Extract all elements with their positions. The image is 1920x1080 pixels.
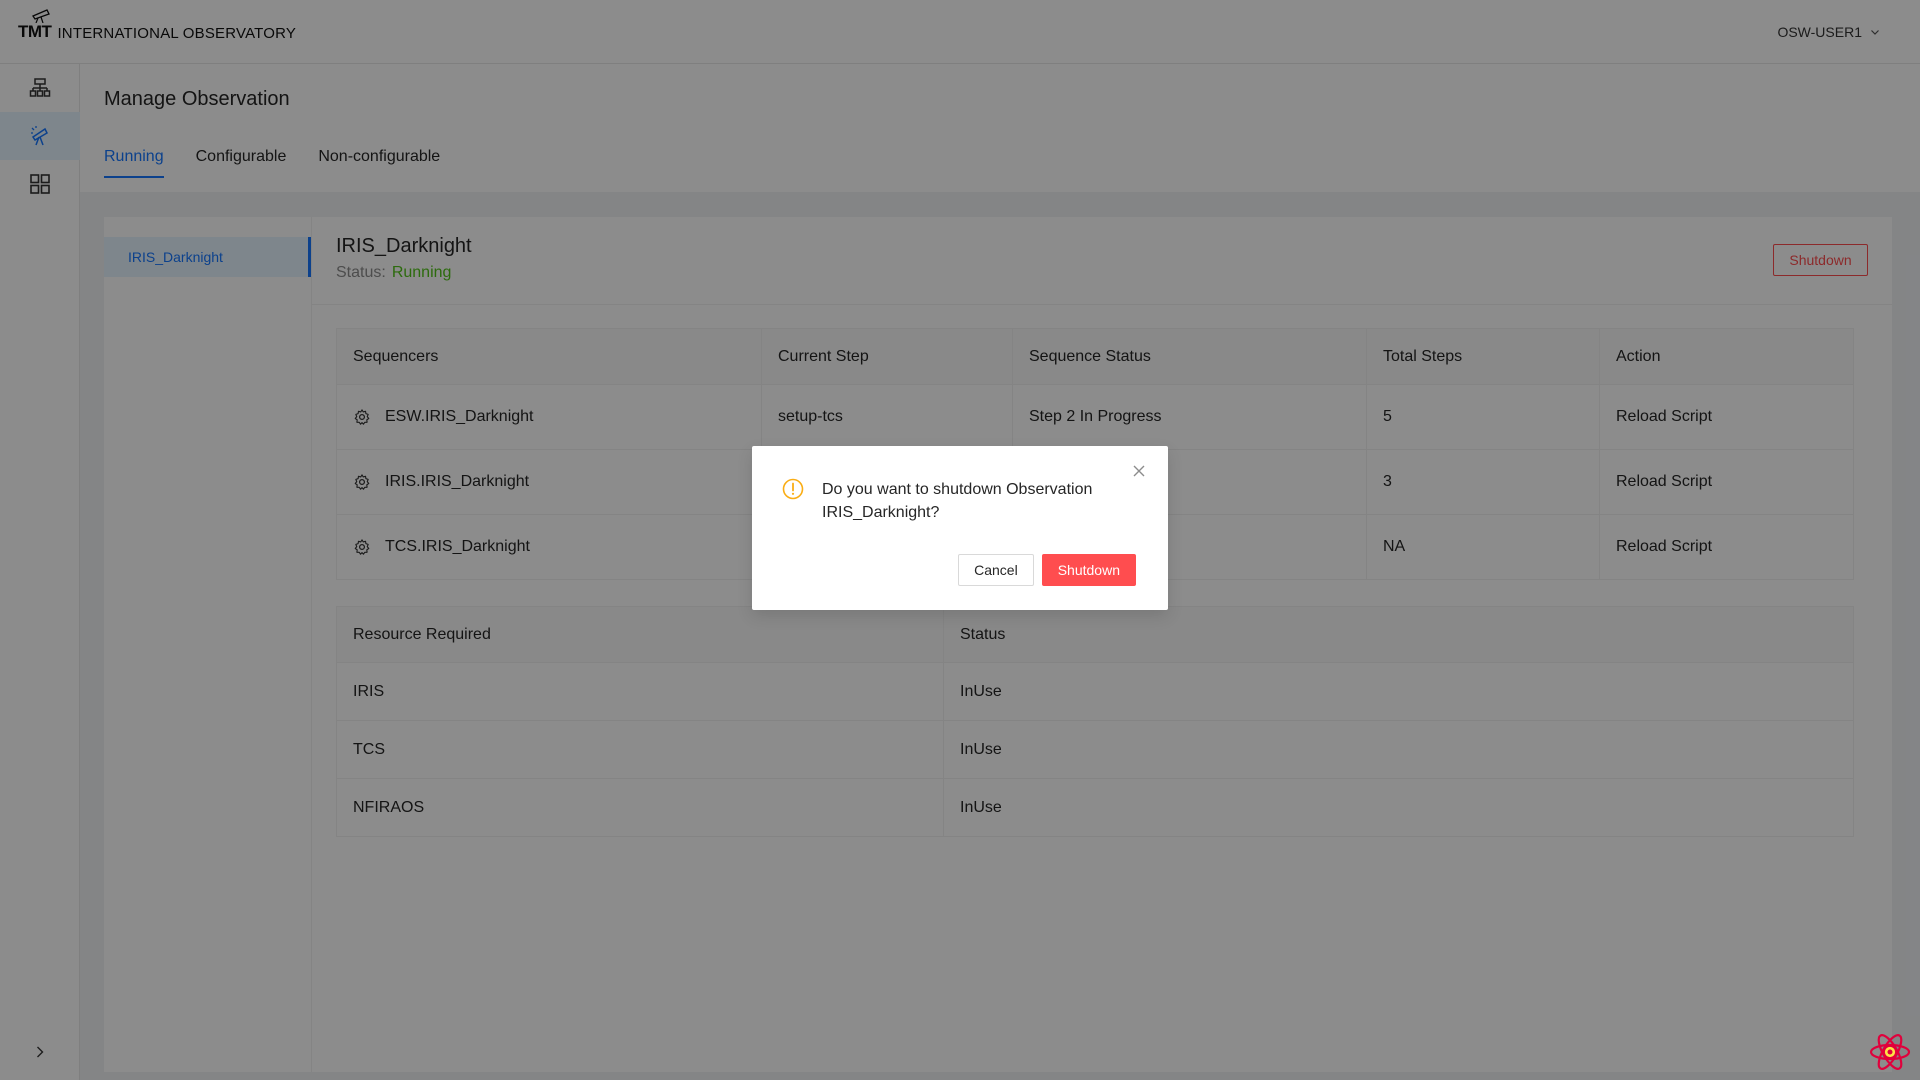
close-icon <box>1133 465 1145 477</box>
confirm-shutdown-button[interactable]: Shutdown <box>1041 554 1136 586</box>
cancel-button[interactable]: Cancel <box>958 554 1034 586</box>
warning-icon <box>782 478 804 500</box>
modal-actions: Cancel Shutdown <box>958 554 1136 586</box>
react-devtools-icon[interactable] <box>1868 1030 1912 1074</box>
modal-message: Do you want to shutdown Observation IRIS… <box>822 481 1093 521</box>
close-button[interactable] <box>1130 462 1148 480</box>
confirm-shutdown-modal: Do you want to shutdown Observation IRIS… <box>752 446 1168 610</box>
